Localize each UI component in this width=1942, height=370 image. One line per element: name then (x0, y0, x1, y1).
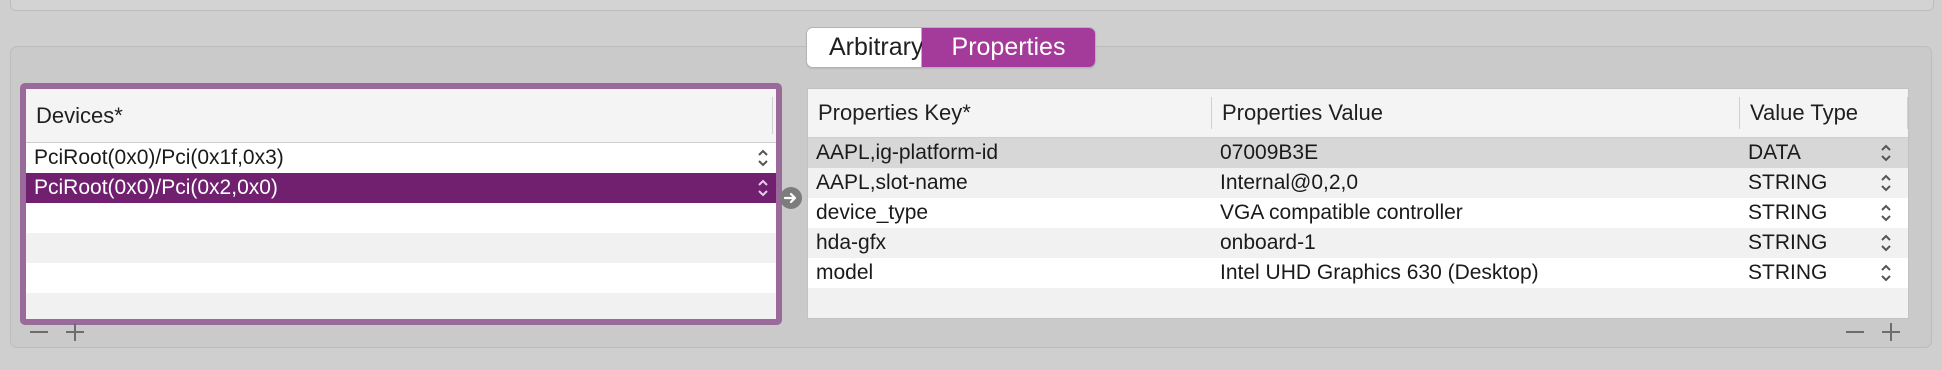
plus-icon[interactable] (64, 321, 86, 343)
minus-icon[interactable] (1844, 321, 1866, 343)
empty-row (26, 233, 776, 263)
column-divider (772, 97, 773, 134)
value-type: STRING (1748, 261, 1828, 284)
value-type: STRING (1748, 201, 1828, 224)
device-path: PciRoot(0x0)/Pci(0x1f,0x3) (34, 146, 284, 169)
empty-row (26, 263, 776, 293)
property-value: onboard-1 (1220, 231, 1316, 254)
table-row[interactable]: PciRoot(0x0)/Pci(0x2,0x0) (26, 173, 776, 203)
tab-arbitrary[interactable]: Arbitrary (807, 28, 923, 67)
devices-table[interactable]: Devices* PciRoot(0x0)/Pci(0x1f,0x3) PciR… (20, 83, 782, 325)
table-row[interactable]: AAPL,ig-platform-id 07009B3E DATA (808, 138, 1908, 168)
properties-key-header[interactable]: Properties Key* (808, 100, 971, 126)
property-value: Internal@0,2,0 (1220, 171, 1359, 194)
property-key: hda-gfx (816, 231, 887, 254)
properties-table-header: Properties Key* Properties Value Value T… (808, 89, 1908, 138)
property-value: Intel UHD Graphics 630 (Desktop) (1220, 261, 1539, 284)
up-down-chevron-icon[interactable] (1879, 172, 1893, 194)
property-key: device_type (816, 201, 929, 224)
property-key: AAPL,ig-platform-id (816, 141, 999, 164)
empty-row (26, 293, 776, 319)
table-row[interactable]: hda-gfx onboard-1 STRING (808, 228, 1908, 258)
devices-add-remove (28, 321, 86, 343)
value-type: DATA (1748, 141, 1801, 164)
property-value: VGA compatible controller (1220, 201, 1463, 224)
arrow-right-circle-icon[interactable] (780, 187, 802, 209)
value-type: STRING (1748, 171, 1828, 194)
value-type: STRING (1748, 231, 1828, 254)
minus-icon[interactable] (28, 321, 50, 343)
tab-properties[interactable]: Properties (922, 28, 1095, 67)
up-down-chevron-icon[interactable] (1879, 142, 1893, 164)
table-row[interactable]: PciRoot(0x0)/Pci(0x1f,0x3) (26, 143, 776, 173)
properties-value-header[interactable]: Properties Value (1212, 100, 1383, 126)
value-type-header[interactable]: Value Type (1740, 100, 1858, 126)
up-down-chevron-icon[interactable] (1879, 232, 1893, 254)
table-row[interactable]: model Intel UHD Graphics 630 (Desktop) S… (808, 258, 1908, 288)
property-key: model (816, 261, 874, 284)
table-row[interactable]: AAPL,slot-name Internal@0,2,0 STRING (808, 168, 1908, 198)
column-divider (1907, 97, 1908, 129)
property-value: 07009B3E (1220, 141, 1319, 164)
empty-row (808, 288, 1908, 318)
upper-panel-edge (10, 0, 1934, 11)
up-down-chevron-icon[interactable] (756, 147, 770, 169)
table-row[interactable]: device_type VGA compatible controller ST… (808, 198, 1908, 228)
devices-column-header[interactable]: Devices* (26, 103, 123, 129)
properties-add-remove (1844, 321, 1902, 343)
up-down-chevron-icon[interactable] (756, 177, 770, 199)
mode-segmented-control: Arbitrary Properties (806, 27, 1096, 68)
devices-table-header: Devices* (26, 89, 776, 143)
properties-table[interactable]: Properties Key* Properties Value Value T… (807, 88, 1909, 319)
empty-row (26, 203, 776, 233)
property-key: AAPL,slot-name (816, 171, 968, 194)
device-path: PciRoot(0x0)/Pci(0x2,0x0) (34, 176, 278, 199)
up-down-chevron-icon[interactable] (1879, 262, 1893, 284)
up-down-chevron-icon[interactable] (1879, 202, 1893, 224)
plus-icon[interactable] (1880, 321, 1902, 343)
